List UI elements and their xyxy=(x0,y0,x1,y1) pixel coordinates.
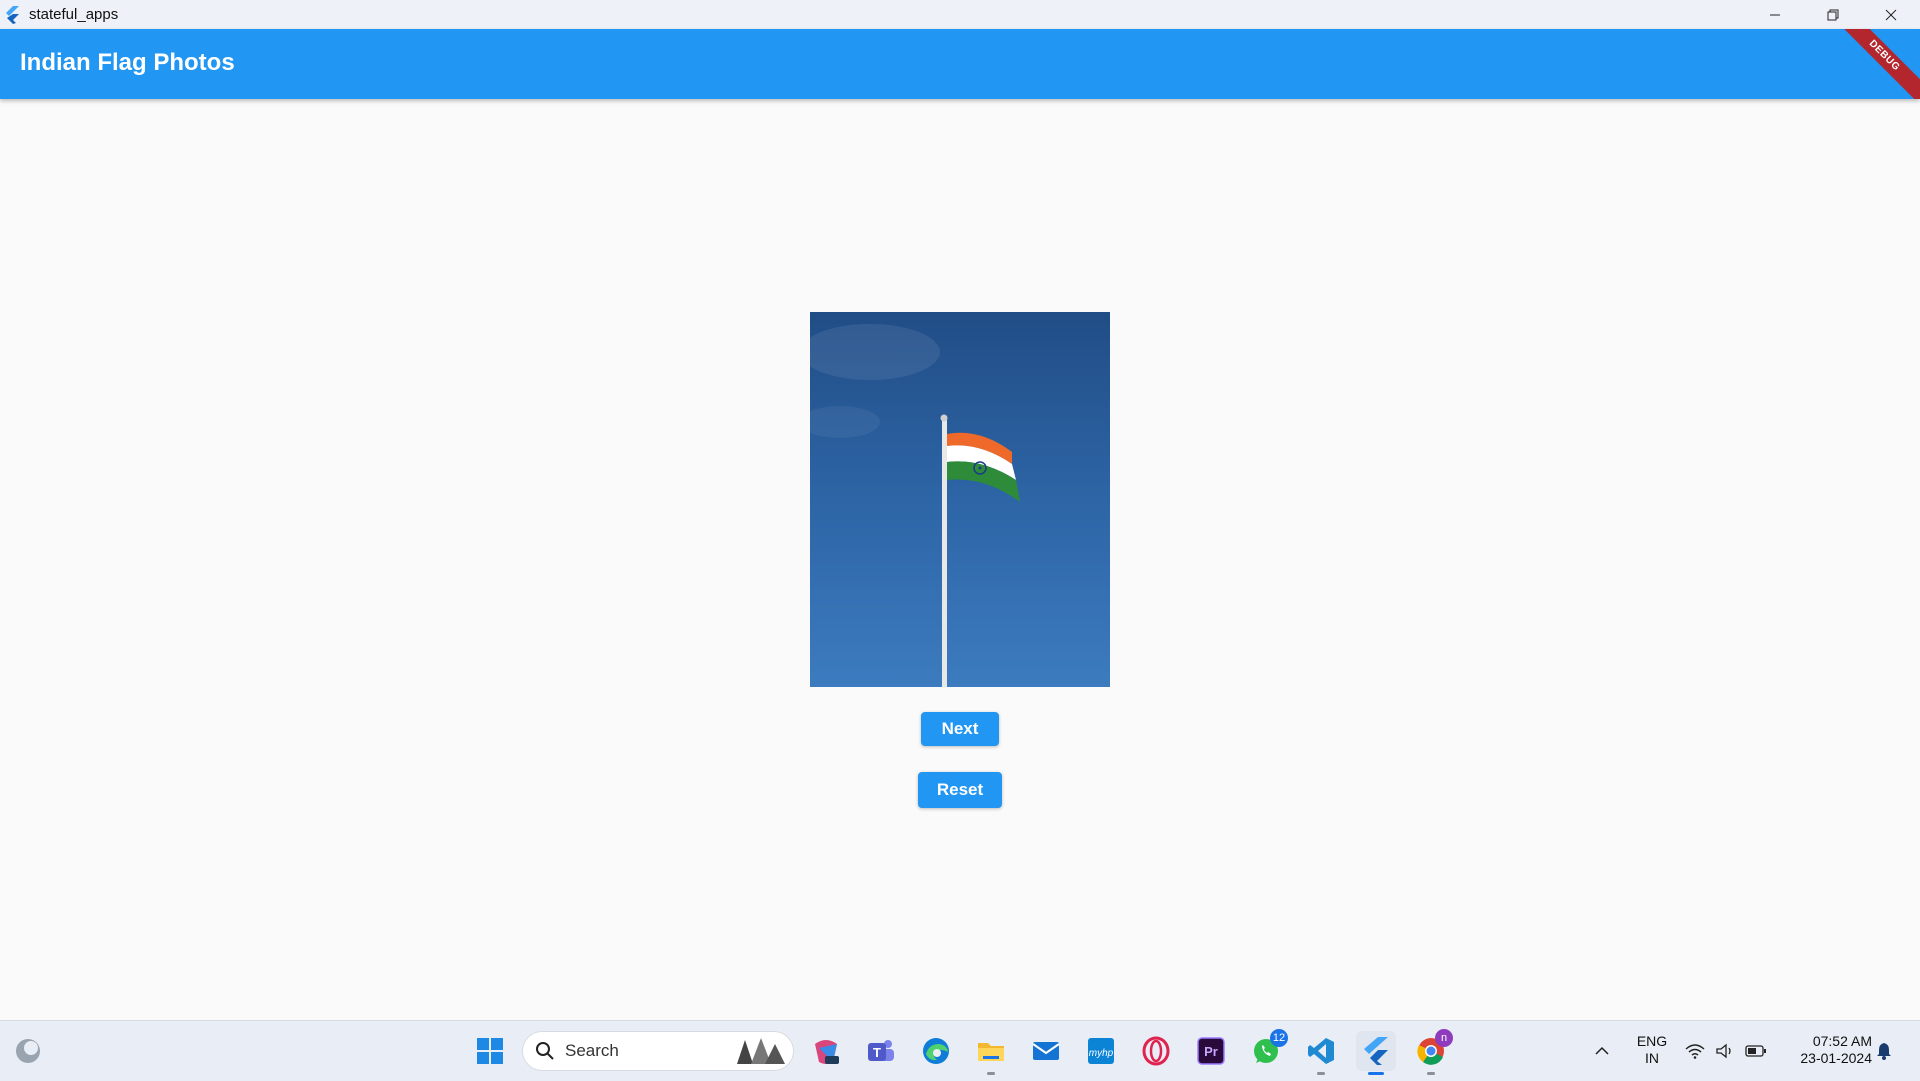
window-title-bar: stateful_apps xyxy=(0,0,1920,29)
app-bar: Indian Flag Photos DEBUG xyxy=(0,29,1920,99)
clock-date: 23-01-2024 xyxy=(1800,1050,1872,1066)
battery-icon[interactable] xyxy=(1738,1031,1774,1071)
myhp-icon[interactable]: myhp xyxy=(1081,1031,1121,1071)
app-bar-title: Indian Flag Photos xyxy=(20,49,235,76)
running-indicator xyxy=(1427,1072,1435,1075)
search-icon xyxy=(535,1041,555,1061)
running-indicator xyxy=(987,1072,995,1075)
edge-icon[interactable] xyxy=(916,1031,956,1071)
flutter-icon[interactable] xyxy=(1356,1031,1396,1075)
close-button[interactable] xyxy=(1862,0,1920,29)
whatsapp-notification-badge: 12 xyxy=(1270,1029,1288,1047)
premiere-pro-icon[interactable]: Pr xyxy=(1191,1031,1231,1071)
whatsapp-icon[interactable]: 12 xyxy=(1246,1029,1288,1071)
taskbar: Search T myhp Pr 12 n ENG IN 07:52 AM 23… xyxy=(0,1020,1920,1081)
active-indicator xyxy=(1368,1072,1384,1075)
clock[interactable]: 07:52 AM 23-01-2024 xyxy=(1780,1033,1872,1067)
language-indicator[interactable]: ENG IN xyxy=(1628,1033,1676,1067)
search-placeholder: Search xyxy=(565,1041,619,1060)
flutter-app-icon xyxy=(5,5,23,24)
svg-text:Pr: Pr xyxy=(1204,1044,1218,1059)
chrome-icon[interactable]: n xyxy=(1411,1029,1453,1075)
chevron-up-icon[interactable] xyxy=(1582,1031,1622,1071)
mail-icon[interactable] xyxy=(1026,1031,1066,1071)
minimize-button[interactable] xyxy=(1746,0,1804,29)
teams-icon[interactable]: T xyxy=(861,1031,901,1071)
microsoft-365-icon[interactable] xyxy=(806,1031,846,1071)
next-button[interactable]: Next xyxy=(921,712,999,746)
debug-banner: DEBUG xyxy=(1828,29,1920,99)
svg-text:myhp: myhp xyxy=(1089,1048,1114,1059)
start-icon[interactable] xyxy=(470,1031,510,1071)
vscode-icon[interactable] xyxy=(1301,1031,1341,1075)
file-explorer-icon[interactable] xyxy=(971,1031,1011,1075)
opera-icon[interactable] xyxy=(1136,1031,1176,1071)
region-code: IN xyxy=(1645,1050,1659,1066)
window-title: stateful_apps xyxy=(29,6,119,23)
restore-button[interactable] xyxy=(1804,0,1862,29)
search-highlight-icon xyxy=(731,1034,787,1073)
widgets-icon[interactable] xyxy=(8,1031,48,1071)
language-code: ENG xyxy=(1636,1033,1668,1049)
taskbar-search[interactable]: Search xyxy=(522,1031,794,1071)
running-indicator xyxy=(1317,1072,1325,1075)
clock-time: 07:52 AM xyxy=(1812,1033,1872,1049)
chrome-profile-badge: n xyxy=(1435,1029,1453,1047)
flag-photo xyxy=(810,312,1110,687)
svg-text:T: T xyxy=(873,1045,881,1060)
notification-bell-icon[interactable] xyxy=(1866,1031,1902,1071)
reset-button[interactable]: Reset xyxy=(918,772,1002,808)
